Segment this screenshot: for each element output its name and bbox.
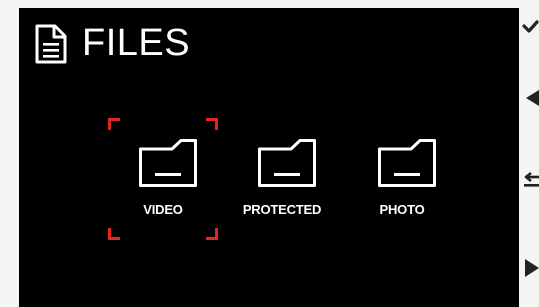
folder-label: PHOTO — [379, 202, 425, 217]
files-screen: FILES VIDEO PROTECTED PHOTO — [19, 8, 519, 307]
selection-corner — [108, 118, 120, 130]
page-title: FILES — [82, 22, 191, 64]
folder-item-photo[interactable]: PHOTO — [347, 118, 457, 240]
folder-item-video[interactable]: VIDEO — [108, 118, 218, 240]
folder-label: VIDEO — [143, 202, 183, 217]
selection-corner — [108, 228, 120, 240]
check-icon[interactable] — [521, 18, 539, 36]
selection-corner — [206, 228, 218, 240]
folder-icon — [139, 139, 197, 187]
triangle-right-icon[interactable] — [524, 258, 539, 278]
folder-icon — [258, 139, 316, 187]
folder-label: PROTECTED — [242, 202, 322, 217]
selection-corner — [206, 118, 218, 130]
back-arrow-icon[interactable] — [523, 170, 539, 188]
folder-icon — [378, 139, 436, 187]
folder-item-protected[interactable]: PROTECTED — [227, 118, 337, 240]
triangle-left-icon[interactable] — [525, 89, 539, 107]
document-icon — [35, 24, 67, 64]
